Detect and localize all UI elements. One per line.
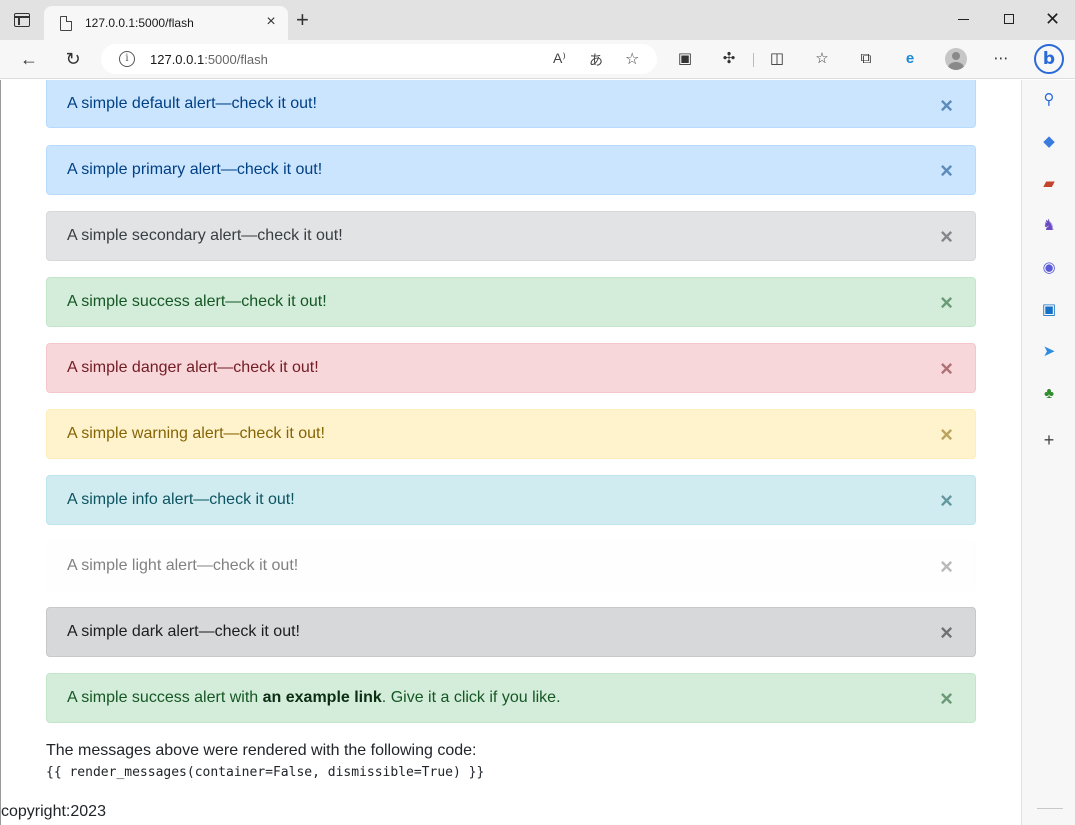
alert-message: A simple danger alert—check it out! — [67, 359, 319, 376]
close-icon[interactable]: × — [940, 146, 953, 196]
maximize-icon[interactable] — [1004, 14, 1014, 24]
sidebar-divider — [1037, 808, 1063, 809]
favorite-add-icon[interactable]: ☆ — [625, 49, 639, 69]
edge-sidebar: ⚲ ◆ ▰ ♞ ◉ ▣ ➤ ♣ + — [1021, 80, 1075, 825]
address-url[interactable]: 127.0.0.1:5000/flash — [150, 52, 268, 67]
alert-default: A simple default alert—check it out! × — [46, 80, 976, 128]
alert-message: A simple default alert—check it out! — [67, 95, 317, 112]
page-icon — [60, 15, 73, 31]
tab-title: 127.0.0.1:5000/flash — [85, 16, 194, 30]
profile-icon[interactable] — [945, 48, 967, 70]
alert-message: A simple secondary alert—check it out! — [67, 227, 343, 244]
alert-text-before: A simple success alert with — [67, 689, 263, 706]
window-close-icon[interactable]: ✕ — [1045, 9, 1060, 29]
new-tab-button[interactable]: + — [296, 9, 309, 31]
alert-message: A simple dark alert—check it out! — [67, 623, 300, 640]
ie-mode-icon[interactable]: e — [900, 49, 920, 69]
shopping-tag-icon[interactable]: ◆ — [1039, 132, 1059, 152]
translate-icon[interactable]: あ — [589, 50, 603, 70]
alert-dark: A simple dark alert—check it out! × — [46, 607, 976, 657]
alert-info: A simple info alert—check it out! × — [46, 475, 976, 525]
address-host: 127.0.0.1 — [150, 52, 205, 67]
minimize-icon[interactable] — [958, 19, 969, 20]
page-content: A simple default alert—check it out! × A… — [1, 80, 1021, 825]
favorites-icon[interactable]: ☆ — [812, 49, 832, 69]
close-icon[interactable]: × — [940, 278, 953, 328]
puzzle-icon[interactable]: ✣ — [719, 49, 739, 69]
alert-message: A simple warning alert—check it out! — [67, 425, 325, 442]
more-icon[interactable]: ⋯ — [991, 49, 1011, 69]
address-path: :5000/flash — [204, 52, 268, 67]
info-icon[interactable]: i — [119, 51, 135, 67]
alert-message: A simple success alert—check it out! — [67, 293, 327, 310]
alert-light: A simple light alert—check it out! × — [46, 541, 976, 591]
close-icon[interactable]: × — [940, 476, 953, 526]
read-aloud-icon[interactable]: A⁾ — [553, 50, 566, 67]
toolbar-divider — [753, 53, 754, 67]
alert-primary: A simple primary alert—check it out! × — [46, 145, 976, 195]
games-icon[interactable]: ♞ — [1039, 216, 1059, 236]
code-snippet: {{ render_messages(container=False, dism… — [46, 765, 485, 780]
footer-copyright: copyright:2023 — [1, 803, 106, 820]
alert-message: A simple success alert with an example l… — [67, 674, 561, 722]
alert-text-after: . Give it a click if you like. — [381, 689, 561, 706]
alert-warning: A simple warning alert—check it out! × — [46, 409, 976, 459]
alert-secondary: A simple secondary alert—check it out! × — [46, 211, 976, 261]
microsoft365-icon[interactable]: ◉ — [1039, 258, 1059, 278]
alert-success-link: A simple success alert with an example l… — [46, 673, 976, 723]
bing-icon[interactable]: b — [1034, 44, 1064, 74]
alert-list: A simple default alert—check it out! × A… — [46, 80, 976, 739]
collections-icon[interactable]: ⧉ — [856, 49, 876, 69]
toolbox-icon[interactable]: ▰ — [1039, 174, 1059, 194]
alert-message: A simple info alert—check it out! — [67, 491, 295, 508]
close-icon[interactable]: × — [940, 80, 953, 132]
split-screen-icon[interactable]: ◫ — [767, 49, 787, 69]
close-icon[interactable]: × — [940, 344, 953, 394]
search-icon[interactable]: ⚲ — [1039, 90, 1059, 110]
alert-message: A simple primary alert—check it out! — [67, 161, 323, 178]
example-link[interactable]: an example link — [263, 689, 382, 706]
close-icon[interactable]: × — [940, 212, 953, 262]
navigation-bar: ← ↻ i 127.0.0.1:5000/flash A⁾ あ ☆ ▣ ✣ ◫ … — [0, 40, 1075, 79]
tab-actions-icon[interactable] — [14, 13, 30, 27]
alert-success: A simple success alert—check it out! × — [46, 277, 976, 327]
add-icon[interactable]: + — [1039, 430, 1059, 450]
close-icon[interactable]: × — [940, 542, 953, 592]
tab-action-icon[interactable]: ▣ — [675, 49, 695, 69]
close-icon[interactable]: × — [940, 608, 953, 658]
tree-icon[interactable]: ♣ — [1039, 384, 1059, 404]
close-icon[interactable]: × — [940, 410, 953, 460]
browser-tab[interactable]: 127.0.0.1:5000/flash × — [44, 6, 288, 40]
refresh-icon[interactable]: ↻ — [62, 48, 84, 70]
tab-bar: 127.0.0.1:5000/flash × + ✕ — [0, 0, 1075, 40]
alert-message: A simple light alert—check it out! — [67, 557, 299, 574]
send-icon[interactable]: ➤ — [1039, 342, 1059, 362]
address-bar[interactable]: i 127.0.0.1:5000/flash A⁾ あ ☆ — [101, 44, 657, 74]
outlook-icon[interactable]: ▣ — [1039, 300, 1059, 320]
tab-close-icon[interactable]: × — [263, 14, 279, 30]
close-icon[interactable]: × — [940, 674, 953, 724]
code-description: The messages above were rendered with th… — [46, 742, 477, 759]
alert-danger: A simple danger alert—check it out! × — [46, 343, 976, 393]
back-arrow-icon[interactable]: ← — [18, 48, 40, 70]
